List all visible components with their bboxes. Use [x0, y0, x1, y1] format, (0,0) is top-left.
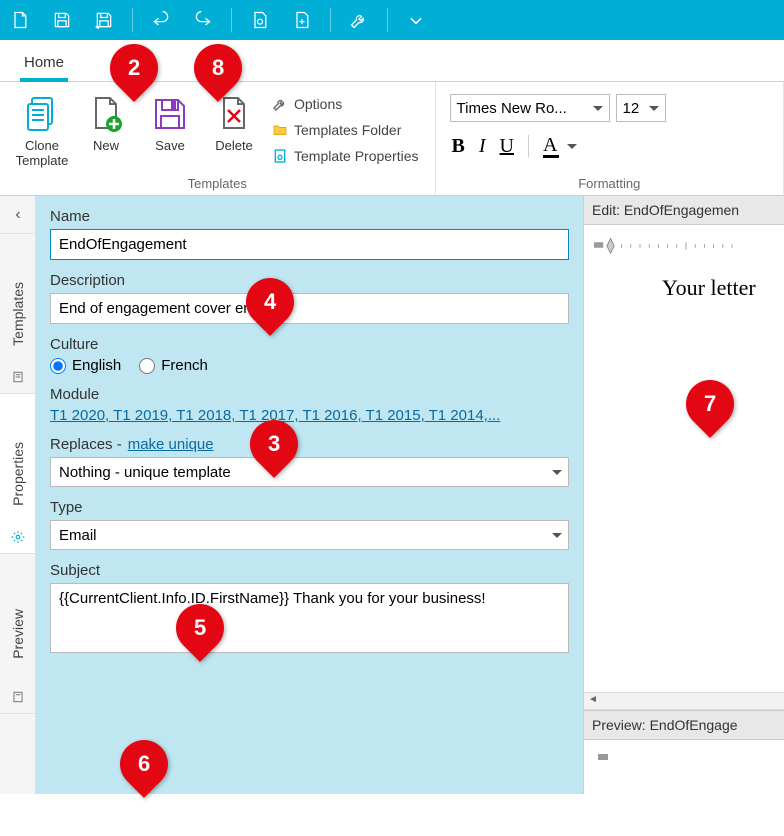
props-icon [272, 148, 288, 164]
add-page-icon[interactable] [288, 6, 316, 34]
templates-folder-button[interactable]: Templates Folder [270, 120, 421, 140]
tab-home[interactable]: Home [20, 50, 68, 81]
ribbon-group-formatting: Times New Ro... 12 B I U A [436, 82, 784, 195]
template-properties-label: Template Properties [294, 148, 419, 164]
type-value: Email [59, 527, 97, 544]
font-value: Times New Ro... [457, 100, 567, 117]
side-tab-templates[interactable]: Templates [0, 234, 35, 394]
replaces-select[interactable]: Nothing - unique template [50, 457, 569, 487]
save-button[interactable]: Save [138, 90, 202, 157]
group-templates-label: Templates [10, 172, 425, 191]
delete-label: Delete [215, 138, 253, 153]
edit-body[interactable]: Your letter [584, 225, 784, 692]
side-tab-properties[interactable]: Properties [0, 394, 35, 554]
separator [528, 135, 529, 157]
preview-header: Preview: EndOfEngage [584, 710, 784, 740]
editor-column: Edit: EndOfEngagemen Your letter Preview… [584, 196, 784, 794]
font-size-select[interactable]: 12 [616, 94, 666, 122]
collapse-chevron-icon[interactable]: ‹ [0, 196, 36, 234]
clone-label: Clone Template [12, 138, 72, 168]
chevron-down-icon [593, 106, 603, 111]
chevron-down-icon [552, 533, 562, 538]
undo-icon[interactable] [147, 6, 175, 34]
edit-header: Edit: EndOfEngagemen [584, 196, 784, 225]
new-icon [86, 94, 126, 134]
folder-icon [272, 122, 288, 138]
font-select[interactable]: Times New Ro... [450, 94, 610, 122]
delete-icon [214, 94, 254, 134]
size-value: 12 [623, 100, 640, 117]
edit-page-icon[interactable] [246, 6, 274, 34]
name-input[interactable] [50, 229, 569, 260]
italic-button[interactable]: I [479, 135, 486, 158]
replaces-value: Nothing - unique template [59, 464, 231, 481]
side-tab-preview[interactable]: Preview [0, 554, 35, 714]
font-color-button[interactable]: A [543, 134, 577, 158]
new-button[interactable]: New [74, 90, 138, 157]
dropdown-icon[interactable] [402, 6, 430, 34]
options-label: Options [294, 96, 342, 112]
description-label: Description [50, 272, 569, 289]
template-properties-button[interactable]: Template Properties [270, 146, 421, 166]
main-area: ‹ Templates Properties Preview Name Desc… [0, 196, 784, 794]
quick-access-toolbar [0, 0, 784, 40]
save-big-icon [150, 94, 190, 134]
replaces-text: Replaces - [50, 436, 122, 453]
underline-button[interactable]: U [500, 135, 514, 158]
make-unique-link[interactable]: make unique [128, 436, 214, 453]
ruler [590, 235, 778, 255]
ribbon-tab-row: Home [0, 40, 784, 82]
wrench-icon[interactable] [345, 6, 373, 34]
side-properties-label: Properties [10, 442, 26, 506]
ribbon-group-templates: Clone Template New Save Delete [0, 82, 436, 195]
module-link[interactable]: T1 2020, T1 2019, T1 2018, T1 2017, T1 2… [50, 407, 569, 424]
chevron-down-icon [567, 144, 577, 149]
options-button[interactable]: Options [270, 94, 421, 114]
culture-english-radio[interactable]: English [50, 357, 121, 374]
type-select[interactable]: Email [50, 520, 569, 550]
subject-input[interactable] [50, 583, 569, 653]
templates-folder-label: Templates Folder [294, 122, 401, 138]
subject-label: Subject [50, 562, 569, 579]
culture-french-radio[interactable]: French [139, 357, 208, 374]
module-label: Module [50, 386, 569, 403]
save-as-icon[interactable] [90, 6, 118, 34]
new-label: New [93, 138, 119, 153]
font-color-a-icon: A [543, 134, 559, 157]
radio-english[interactable] [50, 358, 66, 374]
delete-button[interactable]: Delete [202, 90, 266, 157]
name-label: Name [50, 208, 569, 225]
editor-text: Your letter [590, 255, 778, 301]
radio-french[interactable] [139, 358, 155, 374]
french-label: French [161, 357, 208, 374]
preview-ruler-mark [598, 750, 618, 764]
side-tab-strip: ‹ Templates Properties Preview [0, 196, 36, 794]
ribbon: Clone Template New Save Delete [0, 82, 784, 196]
side-templates-label: Templates [10, 282, 26, 346]
preview-tab-icon [11, 690, 25, 707]
clone-icon [22, 94, 62, 134]
properties-panel: Name Description Culture English French … [36, 196, 584, 794]
file-new-icon[interactable] [6, 6, 34, 34]
chevron-down-icon [649, 106, 659, 111]
templates-tab-icon [11, 370, 25, 387]
side-preview-label: Preview [10, 609, 26, 659]
group-formatting-label: Formatting [446, 172, 773, 191]
chevron-down-icon [552, 470, 562, 475]
wrench-small-icon [272, 96, 288, 112]
replaces-label: Replaces - make unique [50, 436, 569, 453]
save-icon[interactable] [48, 6, 76, 34]
type-label: Type [50, 499, 569, 516]
save-label: Save [155, 138, 185, 153]
redo-icon[interactable] [189, 6, 217, 34]
gear-icon [11, 530, 25, 547]
culture-label: Culture [50, 336, 569, 353]
description-input[interactable] [50, 293, 569, 324]
bold-button[interactable]: B [452, 135, 465, 158]
clone-template-button[interactable]: Clone Template [10, 90, 74, 172]
preview-body [584, 740, 784, 794]
horizontal-scrollbar[interactable] [584, 692, 784, 710]
english-label: English [72, 357, 121, 374]
